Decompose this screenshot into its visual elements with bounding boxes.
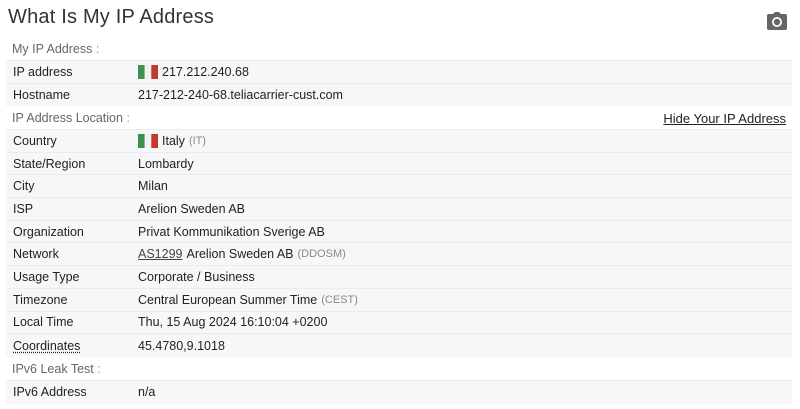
table-row: IP address 217.212.240.68 <box>6 61 792 84</box>
my-ip-table: IP address 217.212.240.68 Hostname 217-2… <box>6 60 792 107</box>
row-key: Hostname <box>13 88 70 103</box>
table-row: State/Region Lombardy <box>6 153 792 176</box>
local-time-value: Thu, 15 Aug 2024 16:10:04 +0200 <box>138 315 328 330</box>
table-row: Organization Privat Kommunikation Sverig… <box>6 221 792 244</box>
table-row: ISP Arelion Sweden AB <box>6 198 792 221</box>
table-row: Hostname 217-212-240-68.teliacarrier-cus… <box>6 84 792 107</box>
my-ip-section-label: My IP Address <box>12 42 93 56</box>
isp-value: Arelion Sweden AB <box>138 201 246 216</box>
table-row: City Milan <box>6 175 792 199</box>
row-key: Local Time <box>13 315 74 330</box>
timezone-value: Central European Summer Time <box>138 292 318 307</box>
country-code: (IT) <box>188 134 207 147</box>
row-value: Italy (IT) <box>138 133 792 148</box>
location-section-header: IP Address Location : Hide Your IP Addre… <box>12 110 786 126</box>
country-value: Italy <box>162 133 185 148</box>
ip-address-value: 217.212.240.68 <box>162 64 249 79</box>
table-row: Coordinates 45.4780,9.1018 <box>6 334 792 357</box>
table-row: Local Time Thu, 15 Aug 2024 16:10:04 +02… <box>6 312 792 335</box>
row-key: Network <box>13 247 59 262</box>
table-row: Timezone Central European Summer Time (C… <box>6 289 792 312</box>
row-value: AS1299 Arelion Sweden AB (DDOSM) <box>138 247 792 261</box>
row-key: Organization <box>13 224 84 239</box>
timezone-code: (CEST) <box>321 293 358 306</box>
organization-value: Privat Kommunikation Sverige AB <box>138 224 325 239</box>
table-row: IPv6 Address n/a <box>6 381 792 404</box>
screenshot-button[interactable] <box>766 11 788 31</box>
coordinates-key[interactable]: Coordinates <box>13 339 80 353</box>
location-section-label: IP Address Location <box>12 111 123 125</box>
asn-link[interactable]: AS1299 <box>138 247 182 261</box>
ipv6-section-label: IPv6 Leak Test <box>12 362 94 376</box>
camera-icon <box>767 12 787 30</box>
ipv6-section-header: IPv6 Leak Test : <box>12 362 101 376</box>
italy-flag-icon <box>138 64 158 79</box>
my-ip-section-header: My IP Address : <box>12 42 100 56</box>
page: What Is My IP Address My IP Address : IP… <box>0 0 800 409</box>
row-key: IPv6 Address <box>13 385 87 400</box>
hostname-value: 217-212-240-68.teliacarrier-cust.com <box>138 88 343 103</box>
usage-type-value: Corporate / Business <box>138 269 255 284</box>
page-title: What Is My IP Address <box>8 6 215 28</box>
row-key: IP address <box>13 64 73 79</box>
table-row: Network AS1299 Arelion Sweden AB (DDOSM) <box>6 243 792 267</box>
location-table: Country Italy (IT) State/Region Lombardy… <box>6 129 792 357</box>
row-key: Country <box>13 133 57 148</box>
ipv6-table: IPv6 Address n/a <box>6 380 792 404</box>
row-key: State/Region <box>13 156 86 171</box>
row-value: 217.212.240.68 <box>138 64 792 79</box>
network-value: Arelion Sweden AB <box>186 247 294 262</box>
city-value: Milan <box>138 179 168 194</box>
row-key: Usage Type <box>13 269 80 284</box>
row-key: Timezone <box>13 292 68 307</box>
row-value: Central European Summer Time (CEST) <box>138 293 792 307</box>
row-key: ISP <box>13 201 34 216</box>
italy-flag-icon <box>138 133 158 148</box>
coordinates-value: 45.4780,9.1018 <box>138 338 225 353</box>
network-code: (DDOSM) <box>297 248 346 261</box>
table-row: Usage Type Corporate / Business <box>6 266 792 289</box>
hide-ip-link[interactable]: Hide Your IP Address <box>663 111 786 126</box>
table-row: Country Italy (IT) <box>6 130 792 153</box>
state-value: Lombardy <box>138 156 194 171</box>
row-key: City <box>13 179 35 194</box>
ipv6-value: n/a <box>138 385 156 400</box>
